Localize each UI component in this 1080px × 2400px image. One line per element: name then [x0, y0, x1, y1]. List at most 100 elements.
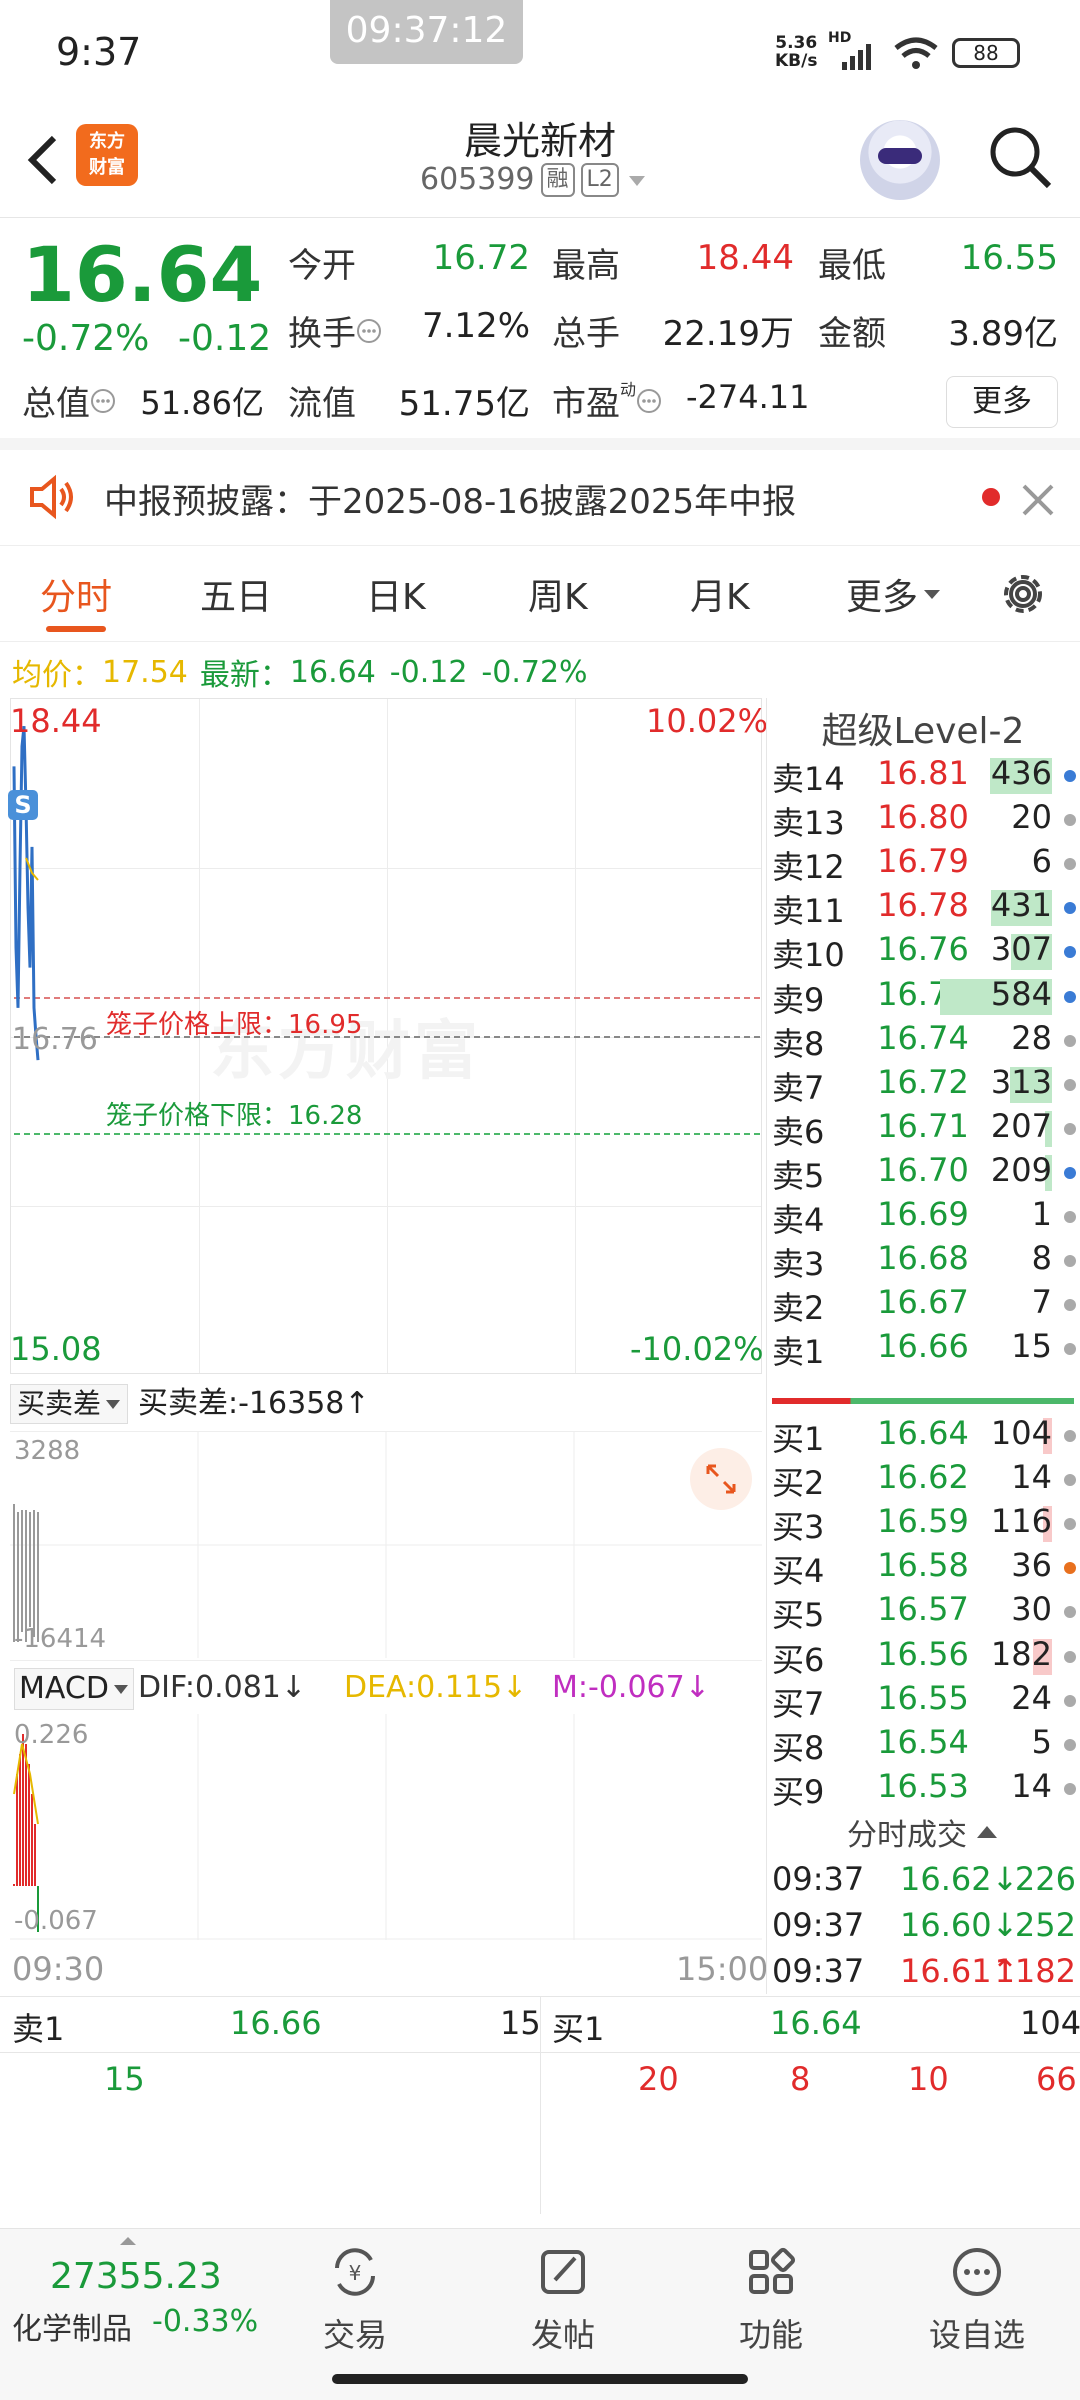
order-flag-dot [1064, 814, 1076, 827]
wifi-icon [894, 37, 938, 69]
home-indicator[interactable] [332, 2374, 748, 2384]
bid-row[interactable]: 买8 16.54 5 [772, 1723, 1078, 1767]
bid-row[interactable]: 买2 16.62 14 [772, 1458, 1078, 1502]
nav-add-watchlist[interactable]: 设自选 [912, 2244, 1042, 2356]
order-flag-dot [1064, 1562, 1076, 1575]
ask-row[interactable]: 卖12 16.79 6 [772, 842, 1078, 886]
sector-name[interactable]: 化学制品 [12, 2304, 132, 2348]
tab-daily-k[interactable]: 日K [366, 568, 426, 620]
nav-functions[interactable]: 功能 [706, 2244, 836, 2356]
order-level-price: 16.74 [877, 1018, 969, 1057]
order-level-volume: 7 [1031, 1283, 1052, 1322]
strip-ask-volume: 15 [500, 2004, 541, 2042]
latest-percent: -0.72% [481, 654, 588, 690]
order-level-volume: 1 [1031, 1195, 1052, 1233]
tab-more[interactable]: 更多 [846, 568, 942, 620]
turnover-label-text: 换手 [288, 314, 356, 354]
tab-weekly-k[interactable]: 周K [528, 568, 588, 620]
order-flag-dot [1064, 1211, 1076, 1223]
strip-row-divider [0, 2052, 1080, 2053]
nav-trade[interactable]: ¥ 交易 [290, 2244, 420, 2356]
close-icon[interactable] [1020, 468, 1056, 524]
ask-row[interactable]: 卖14 16.81 436 [772, 754, 1078, 798]
time-axis-end: 15:00 [676, 1950, 769, 1988]
macd-selector[interactable]: MACD [14, 1668, 134, 1710]
sector-index-value[interactable]: 27355.23 [50, 2256, 222, 2297]
robot-eyes [878, 148, 922, 164]
sell-signal-badge[interactable]: S [8, 790, 38, 820]
trade-time: 09:37 [772, 1860, 865, 1898]
tab-intraday[interactable]: 分时 [40, 568, 112, 620]
order-flag-dot [1064, 946, 1076, 959]
ask-row[interactable]: 卖9 16.75 584 [772, 975, 1078, 1019]
sub-indicator-name: 买卖差 [17, 1387, 102, 1420]
network-speed-unit: KB/s [775, 51, 818, 71]
order-level-label: 卖8 [772, 1024, 825, 1063]
order-flag-dot [1064, 1034, 1076, 1047]
bid-row[interactable]: 买4 16.58 36 [772, 1546, 1078, 1590]
ask-row[interactable]: 卖3 16.68 8 [772, 1239, 1078, 1283]
margin-tag: 融 [540, 162, 575, 197]
axis-high-price: 18.44 [10, 702, 102, 740]
search-icon[interactable] [985, 122, 1055, 192]
mktcap-label[interactable]: 总值 [22, 376, 116, 425]
strip-bid-price: 16.64 [770, 2004, 862, 2042]
ask-row[interactable]: 卖4 16.69 1 [772, 1195, 1078, 1239]
pe-label-text: 市盈 [552, 384, 620, 424]
ask-row[interactable]: 卖5 16.70 209 [772, 1151, 1078, 1195]
order-level-label: 卖6 [772, 1112, 825, 1151]
trade-price: 16.60↓ [900, 1906, 1019, 1944]
ask-row[interactable]: 卖1 16.66 15 [772, 1327, 1078, 1371]
bid-row[interactable]: 买6 16.56 182 [772, 1635, 1078, 1679]
ask-row[interactable]: 卖10 16.76 307 [772, 930, 1078, 974]
avg-label: 均价： [12, 658, 102, 693]
pe-value: -274.11 [686, 378, 810, 416]
more-quote-button[interactable]: 更多 [946, 376, 1058, 428]
more-circle-icon [953, 2248, 1001, 2296]
order-level-label: 买8 [772, 1728, 825, 1767]
bid-row[interactable]: 买9 16.53 14 [772, 1767, 1078, 1811]
order-level-volume: 104 [990, 1414, 1052, 1452]
expand-icon[interactable] [690, 1448, 752, 1510]
caret-up-icon[interactable] [118, 2236, 138, 2246]
trade-time: 09:37 [772, 1906, 865, 1944]
sub-indicator-selector[interactable]: 买卖差 [10, 1384, 129, 1424]
order-level-label: 卖9 [772, 980, 825, 1019]
pe-label[interactable]: 市盈 动 [552, 376, 662, 425]
tab-five-day[interactable]: 五日 [200, 568, 272, 620]
ask-row[interactable]: 卖2 16.67 7 [772, 1283, 1078, 1327]
bid-row[interactable]: 买1 16.64 104 [772, 1414, 1078, 1458]
order-level-volume: 313 [990, 1062, 1052, 1101]
stock-code: 605399 [420, 162, 535, 197]
bid-row[interactable]: 买5 16.57 30 [772, 1590, 1078, 1634]
turnover-label[interactable]: 换手 [288, 306, 382, 355]
svg-text:¥: ¥ [349, 2261, 362, 2285]
bid-row[interactable]: 买3 16.59 116 [772, 1502, 1078, 1546]
ask-row[interactable]: 卖6 16.71 207 [772, 1107, 1078, 1151]
tab-monthly-k[interactable]: 月K [690, 568, 750, 620]
notice-bar[interactable]: 中报预披露：于2025-08-16披露2025年中报 [0, 450, 1080, 546]
sub-indicator-max: 3288 [14, 1436, 81, 1466]
volume-label: 总手 [552, 314, 620, 354]
ask-row[interactable]: 卖13 16.80 20 [772, 798, 1078, 842]
trade-volume: 1182 [994, 1952, 1076, 1990]
level2-title[interactable]: 超级Level-2 [766, 702, 1080, 754]
gear-icon[interactable] [997, 568, 1049, 620]
mktcap-value: 51.86亿 [140, 384, 264, 422]
nav-post[interactable]: 发帖 [498, 2244, 628, 2356]
bid-row[interactable]: 买7 16.55 24 [772, 1679, 1078, 1723]
ask-row[interactable]: 卖11 16.78 431 [772, 886, 1078, 930]
ask-row[interactable]: 卖8 16.74 28 [772, 1019, 1078, 1063]
order-level-volume: 307 [990, 930, 1052, 969]
axis-high-percent: 10.02% [646, 702, 769, 740]
macd-dif: DIF:0.081↓ [138, 1670, 307, 1705]
tick-trades-header[interactable]: 分时成交 [766, 1810, 1080, 1854]
order-level-price: 16.55 [877, 1678, 969, 1717]
stock-code-row[interactable]: 605399 融 L2 [420, 162, 649, 197]
nav-functions-label: 功能 [738, 2316, 803, 2354]
ask-row[interactable]: 卖7 16.72 313 [772, 1063, 1078, 1107]
sub-indicator-min: -16414 [14, 1624, 107, 1654]
high-label: 最高 [552, 246, 620, 286]
latest-label: 最新： [199, 658, 290, 693]
order-flag-dot [1064, 990, 1076, 1003]
